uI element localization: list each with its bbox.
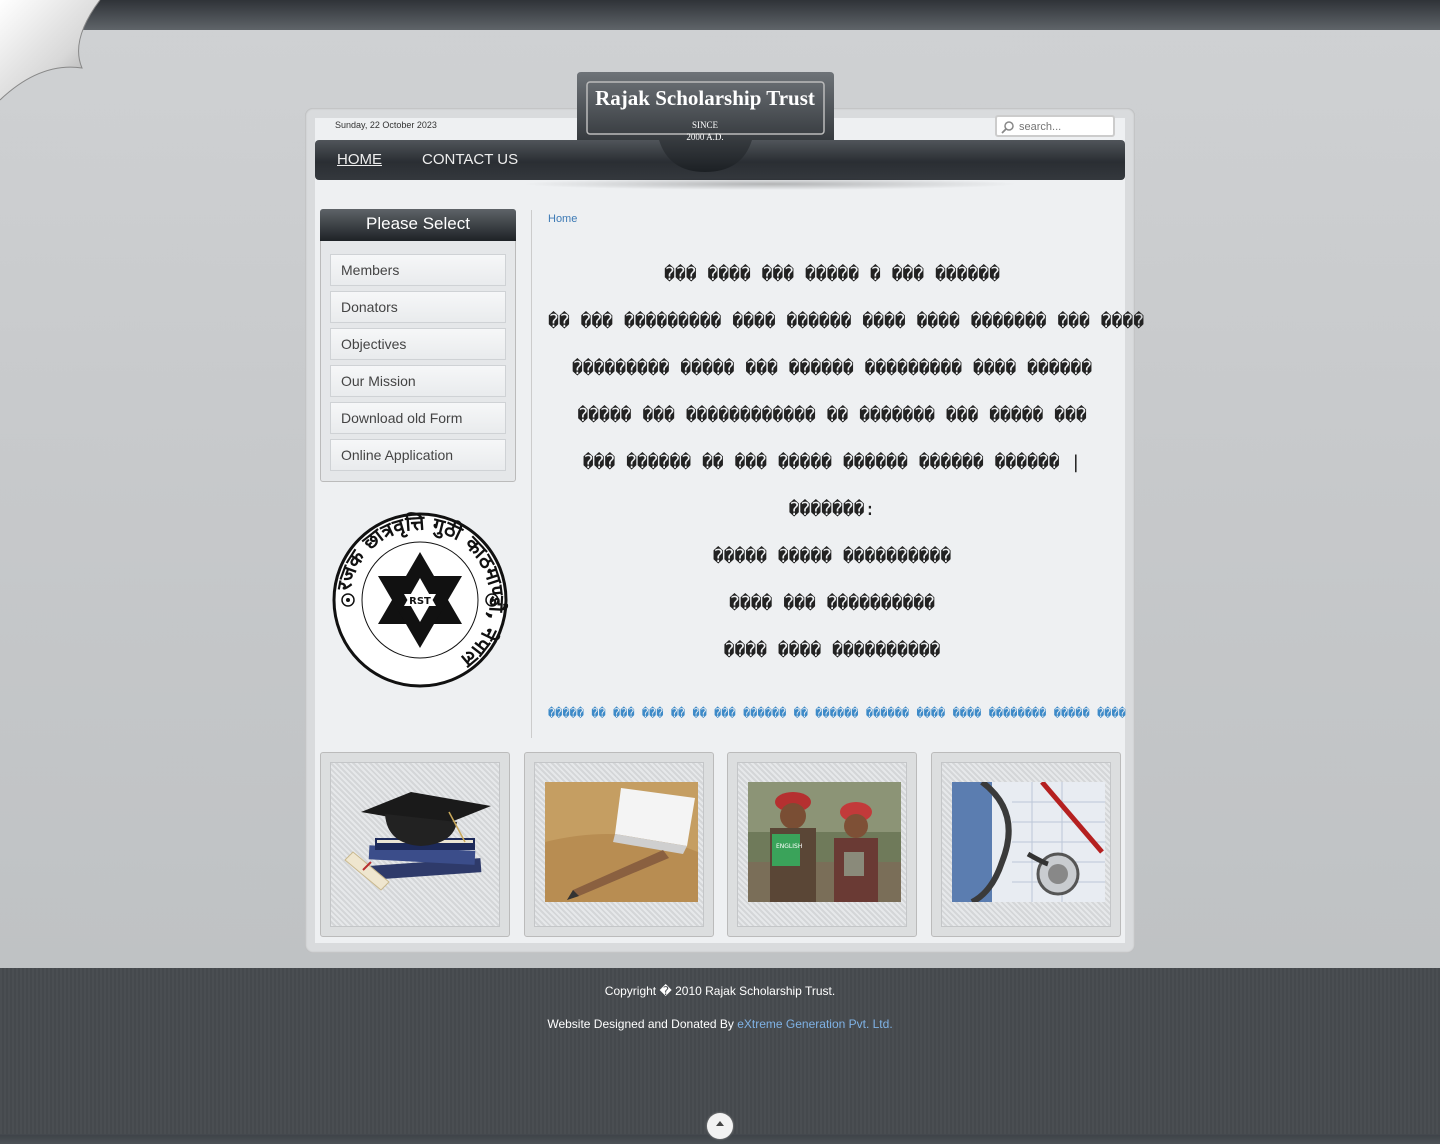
content-line-9: ���� ���� ���������� bbox=[723, 640, 941, 661]
breadcrumb-home[interactable]: Home bbox=[548, 213, 577, 225]
content-link[interactable]: ����� �� ��� ��� �� �� ��� ������ �� ���… bbox=[548, 706, 1126, 720]
sidebar-item-our-mission[interactable]: Our Mission bbox=[330, 365, 506, 397]
nav-contact-us[interactable]: CONTACT US bbox=[422, 151, 518, 168]
sidebar-item-donators[interactable]: Donators bbox=[330, 291, 506, 323]
sidebar-item-objectives[interactable]: Objectives bbox=[330, 328, 506, 360]
graduation-cap-books-image[interactable] bbox=[341, 782, 494, 902]
children-with-books-image[interactable]: ENGLISH bbox=[748, 782, 901, 902]
content-line-1: ��� ���� ��� ����� � ��� ������ bbox=[664, 264, 1000, 285]
footer-designed-prefix: Website Designed and Donated By bbox=[547, 1017, 738, 1031]
footer-designer-link[interactable]: eXtreme Generation Pvt. Ltd. bbox=[737, 1017, 892, 1031]
search-icon bbox=[1001, 121, 1014, 134]
site-logo[interactable]: Rajak Scholarship Trust SINCE 2000 A.D. bbox=[577, 72, 834, 172]
stethoscope-image[interactable] bbox=[952, 782, 1105, 902]
sidebar-title: Please Select bbox=[320, 209, 516, 241]
logo-since: SINCE bbox=[692, 120, 719, 130]
content-line-6: �������: bbox=[788, 499, 876, 520]
thumb-box-2 bbox=[524, 752, 714, 937]
search-input[interactable] bbox=[1017, 120, 1116, 134]
thumb-box-1 bbox=[320, 752, 510, 937]
current-date: Sunday, 22 October 2023 bbox=[335, 120, 437, 130]
content-line-4: ����� ��� ������������ �� ������� ��� ��… bbox=[577, 405, 1087, 426]
thumb-frame-2 bbox=[534, 762, 704, 927]
top-bar bbox=[0, 0, 1440, 30]
emblem-center-text: RST bbox=[409, 596, 431, 607]
search-box[interactable] bbox=[995, 115, 1116, 137]
arrow-up-icon bbox=[716, 1121, 724, 1126]
thumb-frame-1 bbox=[330, 762, 500, 927]
logo-year: 2000 A.D. bbox=[686, 132, 723, 142]
thumb-frame-4 bbox=[941, 762, 1111, 927]
thumb-frame-3: ENGLISH bbox=[737, 762, 907, 927]
page-curl-decoration bbox=[0, 0, 101, 101]
thumb-box-3: ENGLISH bbox=[727, 752, 917, 937]
thumb-box-4 bbox=[931, 752, 1121, 937]
footer-copyright: Copyright � 2010 Rajak Scholarship Trust… bbox=[604, 984, 836, 998]
scroll-to-top-button[interactable] bbox=[707, 1113, 733, 1139]
pencil-eraser-image[interactable] bbox=[545, 782, 698, 902]
nav-home[interactable]: HOME bbox=[337, 151, 382, 168]
trust-emblem-seal: RST रजक छात्रवृत्ति गुठी काठमाण्डौ, नेपा… bbox=[332, 510, 509, 688]
sidebar-item-online-application[interactable]: Online Application bbox=[330, 439, 506, 471]
column-divider bbox=[531, 210, 532, 738]
sidebar-item-download-old-form[interactable]: Download old Form bbox=[330, 402, 506, 434]
content-line-2: �� ��� ��������� ���� ������ ���� ���� �… bbox=[548, 311, 1145, 332]
footer-designed-by: Website Designed and Donated By eXtreme … bbox=[0, 1017, 1440, 1031]
content-line-7: ����� ����� ���������� bbox=[712, 546, 952, 567]
nav-shadow bbox=[520, 178, 1020, 190]
content-line-8: ���� ��� ���������� bbox=[729, 593, 935, 614]
logo-title: Rajak Scholarship Trust bbox=[595, 86, 815, 110]
content-line-3: ��������� ����� ��� ������ ��������� ���… bbox=[571, 358, 1093, 379]
sidebar-item-members[interactable]: Members bbox=[330, 254, 506, 286]
content-line-5: ��� ������ �� ��� ����� ������ ������ ��… bbox=[582, 452, 1082, 473]
svg-text:ENGLISH: ENGLISH bbox=[776, 843, 802, 850]
